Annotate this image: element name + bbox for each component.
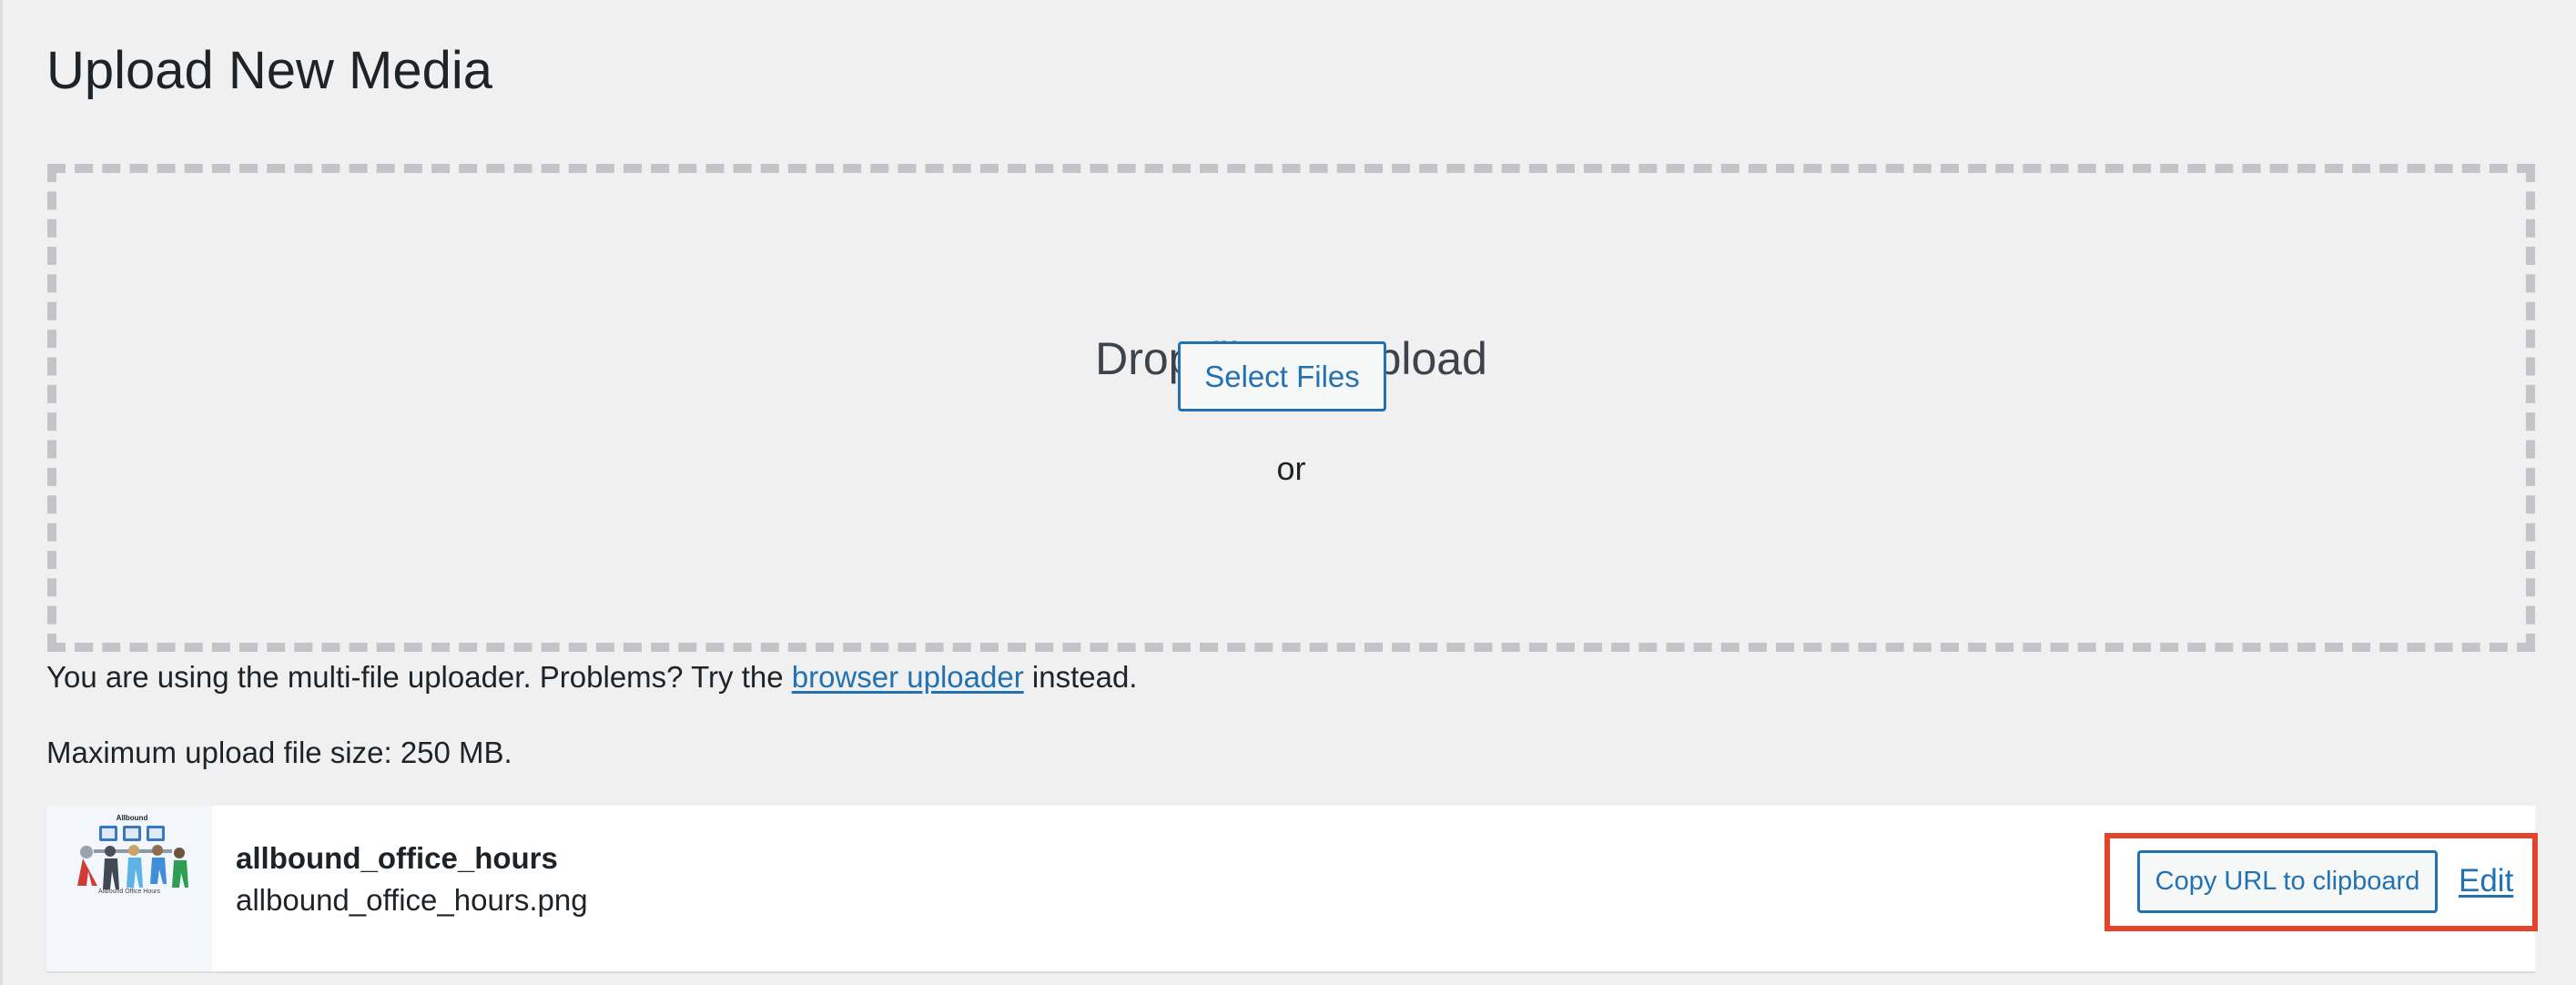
uploader-note: You are using the multi-file uploader. P… [46,655,1137,699]
drop-zone-or-text: or [1276,450,1306,487]
media-item-title: allbound_office_hours [236,841,558,875]
upload-new-media-page: Upload New Media Drop files to upload or… [0,0,2576,985]
thumbnail-brand: Allbound [117,814,148,822]
browser-uploader-link[interactable]: browser uploader [792,660,1024,694]
admin-menu-edge [0,0,3,985]
uploader-note-text: You are using the multi-file uploader. P… [46,660,792,694]
uploader-note-suffix: instead. [1023,660,1138,694]
max-upload-size: Maximum upload file size: 250 MB. [46,736,512,769]
edit-media-link[interactable]: Edit [2459,860,2513,902]
image-thumbnail-icon: Allbound Allbound Office Hours [46,806,212,971]
select-files-button[interactable]: Select Files [1178,341,1386,411]
page-title: Upload New Media [46,41,493,100]
copy-url-button[interactable]: Copy URL to clipboard [2137,850,2438,913]
thumbnail-caption: Allbound Office Hours [98,889,160,895]
media-item-filename: allbound_office_hours.png [236,883,588,917]
